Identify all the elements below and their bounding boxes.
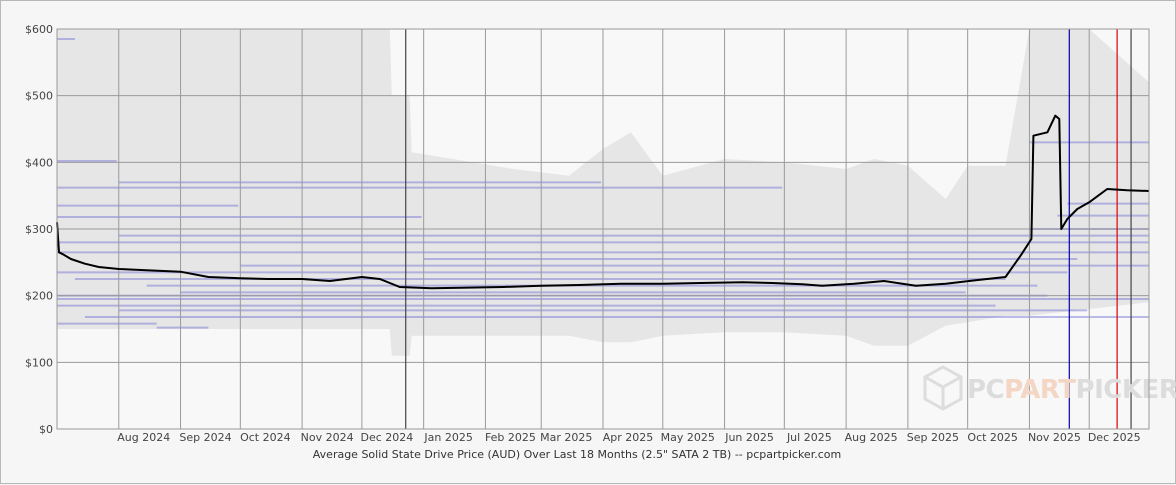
- y-tick-label: $100: [25, 356, 53, 369]
- y-tick-label: $300: [25, 223, 53, 236]
- y-tick-label: $400: [25, 156, 53, 169]
- x-tick-label: Oct 2025: [967, 431, 1018, 444]
- y-tick-label: $600: [25, 23, 53, 36]
- x-tick-label: Feb 2025: [485, 431, 536, 444]
- y-tick-label: $0: [39, 423, 53, 436]
- x-tick-label: Sep 2025: [907, 431, 959, 444]
- x-tick-label: Nov 2025: [1028, 431, 1081, 444]
- x-tick-label: Jun 2025: [724, 431, 774, 444]
- y-tick-label: $500: [25, 90, 53, 103]
- x-tick-label: Dec 2024: [360, 431, 413, 444]
- price-history-chart: $0 $100 $200 $300 $400 $500 $600 Aug 2024 Sep 20…: [25, 23, 1176, 461]
- watermark-text-picker: PICKER: [1076, 375, 1176, 405]
- x-tick-label: Jul 2025: [786, 431, 832, 444]
- x-tick-label: Sep 2024: [179, 431, 231, 444]
- x-tick-label: Apr 2025: [603, 431, 654, 444]
- x-tick-label: Aug 2025: [845, 431, 898, 444]
- x-tick-label: May 2025: [661, 431, 715, 444]
- chart-frame: $0 $100 $200 $300 $400 $500 $600 Aug 2024 Sep 20…: [0, 0, 1176, 484]
- chart-caption: Average Solid State Drive Price (AUD) Ov…: [313, 448, 841, 461]
- x-tick-label: Nov 2024: [301, 431, 354, 444]
- x-tick-label: Oct 2024: [240, 431, 291, 444]
- x-tick-label: Jan 2025: [423, 431, 472, 444]
- watermark-text-part: PART: [1004, 375, 1076, 405]
- x-tick-label: Dec 2025: [1088, 431, 1141, 444]
- x-tick-label: Aug 2024: [117, 431, 170, 444]
- watermark-text-pc: PC: [967, 375, 1004, 405]
- y-tick-label: $200: [25, 290, 53, 303]
- x-tick-label: Mar 2025: [540, 431, 592, 444]
- watermark-text: PCPARTPICKER: [967, 375, 1176, 405]
